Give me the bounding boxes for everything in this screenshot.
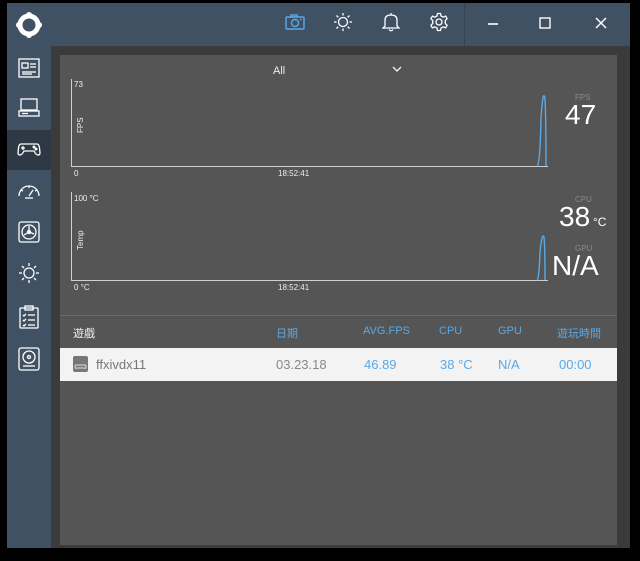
game-filter-value: All	[273, 65, 286, 77]
column-header-cpu[interactable]: CPU	[439, 325, 462, 337]
gpu-cell: N/A	[498, 357, 520, 372]
fps-x-axis	[71, 166, 548, 167]
temperature-chart	[71, 192, 548, 281]
column-header-gpu[interactable]: GPU	[498, 325, 522, 337]
gear-icon	[429, 12, 449, 37]
fan-icon	[18, 220, 40, 248]
avg-fps-cell: 46.89	[364, 357, 397, 372]
game-icon	[73, 356, 88, 372]
disk-icon	[18, 346, 40, 376]
table-divider	[60, 315, 617, 316]
game-monitor-panel: All 73 FPS 0 18:52:41 FPS 47 100 °C Temp…	[60, 55, 617, 545]
sidebar-item-report[interactable]	[7, 299, 51, 339]
fps-current-value: 47	[565, 99, 597, 130]
dashboard-icon	[18, 57, 40, 83]
temp-y-axis	[71, 192, 72, 281]
sidebar-item-games[interactable]	[7, 130, 51, 170]
screenshot-button[interactable]	[271, 3, 319, 46]
brightness-icon	[18, 262, 40, 289]
fps-time-label: 18:52:41	[278, 169, 310, 178]
title-bar-divider	[464, 3, 465, 46]
app-logo	[7, 3, 51, 47]
fps-y-max-label: 73	[74, 80, 83, 89]
fps-y-min-label: 0	[74, 169, 79, 178]
sidebar-item-dashboard[interactable]	[7, 50, 51, 90]
title-bar	[51, 3, 630, 46]
gpu-temp-value: N/A	[552, 250, 599, 281]
sidebar-item-fan[interactable]	[7, 214, 51, 254]
cpu-temp-value: 38	[559, 201, 591, 232]
temp-y-max-label: 100 °C	[74, 194, 99, 203]
temp-series-line	[536, 235, 546, 281]
cpu-cell: 38 °C	[440, 357, 473, 372]
camera-icon	[285, 14, 305, 35]
table-row[interactable]: ffxivdx11 03.23.18 46.89 38 °C N/A 00:00	[60, 348, 617, 381]
column-header-avg-fps[interactable]: AVG.FPS	[363, 325, 410, 337]
sidebar	[7, 3, 51, 548]
play-time-cell: 00:00	[559, 357, 592, 372]
fps-axis-label: FPS	[76, 117, 85, 133]
brightness-icon	[333, 12, 353, 37]
gamepad-icon	[17, 139, 41, 162]
sidebar-item-lighting[interactable]	[7, 255, 51, 295]
date-cell: 03.23.18	[276, 357, 327, 372]
close-button[interactable]	[575, 3, 627, 46]
fps-y-axis	[71, 79, 72, 167]
computer-icon	[18, 97, 40, 123]
clipboard-list-icon	[19, 304, 39, 334]
temp-axis-label: Temp	[76, 230, 85, 250]
column-header-play-time[interactable]: 遊玩時間	[557, 325, 601, 341]
sidebar-item-storage[interactable]	[7, 341, 51, 381]
maximize-button[interactable]	[519, 3, 571, 46]
settings-button[interactable]	[415, 3, 463, 46]
temp-y-min-label: 0 °C	[74, 283, 90, 292]
minimize-icon	[487, 16, 499, 34]
notifications-button[interactable]	[367, 3, 415, 46]
chevron-down-icon	[391, 63, 403, 78]
close-icon	[595, 16, 607, 34]
speedometer-icon	[17, 181, 41, 206]
temp-x-axis	[71, 280, 548, 281]
temp-time-label: 18:52:41	[278, 283, 310, 292]
sidebar-item-speed[interactable]	[7, 173, 51, 213]
fps-chart	[71, 79, 548, 167]
minimize-button[interactable]	[467, 3, 519, 46]
fps-series-line	[536, 95, 547, 167]
column-header-game[interactable]: 遊戲	[73, 325, 95, 341]
maximize-icon	[539, 16, 551, 34]
app-window: All 73 FPS 0 18:52:41 FPS 47 100 °C Temp…	[7, 3, 630, 548]
sidebar-item-computer[interactable]	[7, 90, 51, 130]
cpu-temp-unit: °C	[593, 215, 607, 229]
game-name-cell: ffxivdx11	[96, 357, 147, 372]
lighting-button[interactable]	[319, 3, 367, 46]
bell-icon	[381, 12, 401, 37]
column-header-date[interactable]: 日期	[276, 325, 298, 341]
